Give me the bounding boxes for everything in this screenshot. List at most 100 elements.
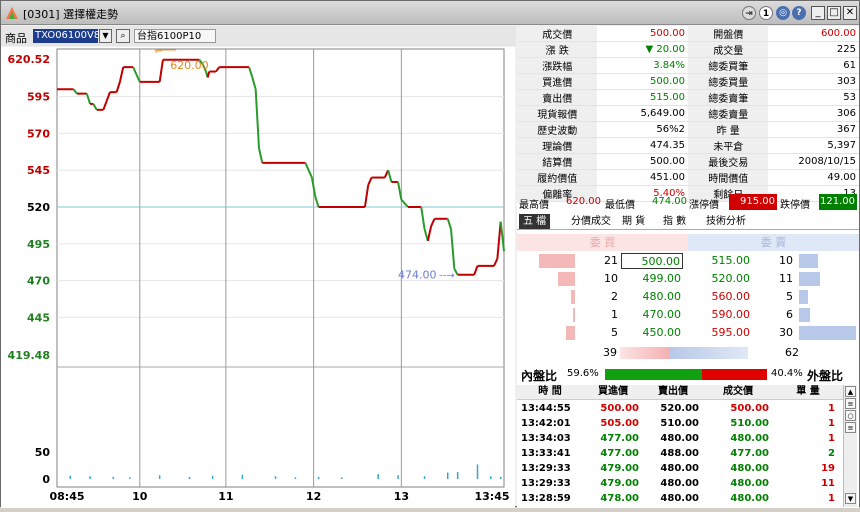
quote-row: 漲 跌 ▼ 20.00 成交量 225 bbox=[517, 41, 859, 58]
tab-price-volume[interactable]: 分價成交 bbox=[567, 214, 615, 229]
ask-qty: 6 bbox=[786, 308, 793, 321]
quote-value: 367 bbox=[768, 121, 859, 138]
quote-label: 漲 跌 bbox=[517, 41, 598, 58]
bid-volume-bar bbox=[539, 254, 575, 268]
product-code-input[interactable]: TXO06100V8 bbox=[33, 29, 100, 43]
minimize-button[interactable]: _ bbox=[811, 6, 825, 20]
quote-row: 漲跌幅 3.84% 總委買筆 61 bbox=[517, 57, 859, 74]
tick-price: 477.00 bbox=[730, 448, 769, 459]
one-icon[interactable]: 1 bbox=[759, 6, 773, 20]
quote-value: 5,649.00 bbox=[597, 105, 688, 122]
tick-bid: 479.00 bbox=[600, 478, 639, 489]
title-bar: [0301] 選擇權走勢 ⇥ 1 ◎ ? _ □ ✕ bbox=[1, 1, 859, 25]
tick-volume: 11 bbox=[821, 478, 835, 489]
quote-value: 3.84% bbox=[597, 57, 688, 74]
low-label: 最低價 bbox=[605, 200, 635, 211]
x-axis-label: 12 bbox=[306, 490, 321, 503]
quote-label: 歷史波動 bbox=[517, 121, 598, 138]
bid-price: 470.00 bbox=[642, 308, 682, 321]
ask-price: 590.00 bbox=[711, 308, 751, 321]
price-segment bbox=[400, 198, 409, 208]
scroll-bottom-icon[interactable]: ≡ bbox=[845, 422, 856, 433]
y-axis-label: 495 bbox=[27, 238, 50, 251]
quote-row: 履約價值 451.00 時間價值 49.00 bbox=[517, 169, 859, 186]
tab-futures[interactable]: 期 貨 bbox=[618, 214, 649, 229]
ask-price: 560.00 bbox=[711, 290, 751, 303]
scroll-down-icon[interactable]: ▼ bbox=[845, 493, 856, 504]
price-segment bbox=[102, 100, 108, 111]
tick-header-volume: 單 量 bbox=[796, 386, 820, 397]
quote-label: 成交量 bbox=[687, 41, 769, 58]
bid-volume-bar bbox=[558, 272, 575, 286]
quote-value: 474.35 bbox=[597, 137, 688, 154]
help-icon[interactable]: ? bbox=[792, 6, 806, 20]
order-book-row[interactable]: 2 480.00 560.00 5 bbox=[517, 288, 859, 306]
quote-row: 買進價 500.00 總委買量 303 bbox=[517, 73, 859, 90]
scroll-top-icon[interactable]: ≡ bbox=[845, 398, 856, 409]
high-annotation: 620.00 bbox=[170, 59, 209, 72]
order-book-row[interactable]: 21 500.00 515.00 10 bbox=[517, 252, 859, 270]
quote-row: 成交價 500.00 開盤價 600.00 bbox=[517, 26, 859, 42]
tick-row[interactable]: 13:33:41 477.00 488.00 477.00 2 bbox=[517, 446, 843, 461]
bid-volume-bar bbox=[566, 326, 575, 340]
quote-value: 600.00 bbox=[768, 26, 859, 42]
price-segment bbox=[115, 81, 121, 93]
tick-row[interactable]: 13:42:01 505.00 510.00 510.00 1 bbox=[517, 416, 843, 431]
quote-row: 歷史波動 56%2 昨 量 367 bbox=[517, 121, 859, 138]
scroll-reset-icon[interactable]: ○ bbox=[845, 410, 856, 421]
tick-row[interactable]: 13:28:59 478.00 480.00 480.00 1 bbox=[517, 491, 843, 506]
tick-time: 13:28:59 bbox=[521, 493, 571, 504]
tick-ask: 520.00 bbox=[660, 403, 699, 414]
maximize-button[interactable]: □ bbox=[827, 6, 841, 20]
ask-price: 520.00 bbox=[711, 272, 751, 285]
price-segment bbox=[420, 206, 426, 230]
bid-qty: 21 bbox=[604, 254, 618, 267]
inside-ratio-pct: 59.6% bbox=[567, 368, 599, 379]
quote-row: 現貨報價 5,649.00 總委賣量 306 bbox=[517, 105, 859, 122]
bid-qty: 1 bbox=[611, 308, 618, 321]
tick-volume: 2 bbox=[828, 448, 835, 459]
scroll-up-icon[interactable]: ▲ bbox=[845, 386, 856, 397]
ratio-bar bbox=[605, 369, 767, 380]
y-axis-label: 470 bbox=[27, 275, 50, 288]
price-segment bbox=[206, 71, 211, 78]
ask-qty: 10 bbox=[779, 254, 793, 267]
bid-qty: 2 bbox=[611, 290, 618, 303]
bid-price: 499.00 bbox=[642, 272, 682, 285]
tick-row[interactable]: 13:44:55 500.00 520.00 500.00 1 bbox=[517, 401, 843, 416]
ask-volume-bar bbox=[799, 254, 818, 268]
ask-total: 62 bbox=[785, 346, 799, 359]
tick-scrollbar[interactable]: ▲ ≡ ○ ≡ ▼ bbox=[843, 385, 857, 507]
tick-bid: 477.00 bbox=[600, 433, 639, 444]
order-book-row[interactable]: 10 499.00 520.00 11 bbox=[517, 270, 859, 288]
dropdown-arrow-icon[interactable]: ▼ bbox=[99, 29, 112, 43]
quote-value: 49.00 bbox=[768, 169, 859, 186]
tab-technical[interactable]: 技術分析 bbox=[702, 214, 750, 229]
tick-ask: 480.00 bbox=[660, 433, 699, 444]
bid-header: 委 買 bbox=[517, 234, 688, 251]
quote-value: 5,397 bbox=[768, 137, 859, 154]
tick-row[interactable]: 13:34:03 477.00 480.00 480.00 1 bbox=[517, 431, 843, 446]
search-icon[interactable]: ⌕ bbox=[116, 29, 130, 43]
x-axis-label: 11 bbox=[218, 490, 233, 503]
ask-volume-bar bbox=[799, 308, 810, 322]
tick-row[interactable]: 13:29:33 479.00 480.00 480.00 11 bbox=[517, 476, 843, 491]
tab-five-levels[interactable]: 五 檔 bbox=[519, 214, 551, 229]
close-button[interactable]: ✕ bbox=[843, 6, 857, 20]
price-chart[interactable]: ← 620.00 474.00 --→ 620.52 595 570 545 520 495 470… bbox=[1, 46, 515, 508]
y-axis-label: 570 bbox=[27, 127, 50, 140]
tick-row[interactable]: 13:29:33 479.00 480.00 480.00 19 bbox=[517, 461, 843, 476]
price-segment bbox=[92, 103, 98, 111]
tab-index[interactable]: 指 數 bbox=[659, 214, 690, 229]
refresh-icon[interactable]: ◎ bbox=[776, 6, 790, 20]
chart-svg: ← 620.00 474.00 --→ 620.52 595 570 545 520 495 470… bbox=[8, 46, 510, 503]
quote-label: 買進價 bbox=[517, 73, 598, 90]
bid-price: 500.00 bbox=[621, 253, 683, 269]
bid-total-bar bbox=[620, 347, 670, 359]
quote-label: 開盤價 bbox=[687, 26, 769, 42]
price-segment bbox=[314, 196, 320, 208]
link-icon[interactable]: ⇥ bbox=[742, 6, 756, 20]
order-book-row[interactable]: 5 450.00 595.00 30 bbox=[517, 324, 859, 342]
order-book-row[interactable]: 1 470.00 590.00 6 bbox=[517, 306, 859, 324]
quote-label: 時間價值 bbox=[687, 169, 769, 186]
